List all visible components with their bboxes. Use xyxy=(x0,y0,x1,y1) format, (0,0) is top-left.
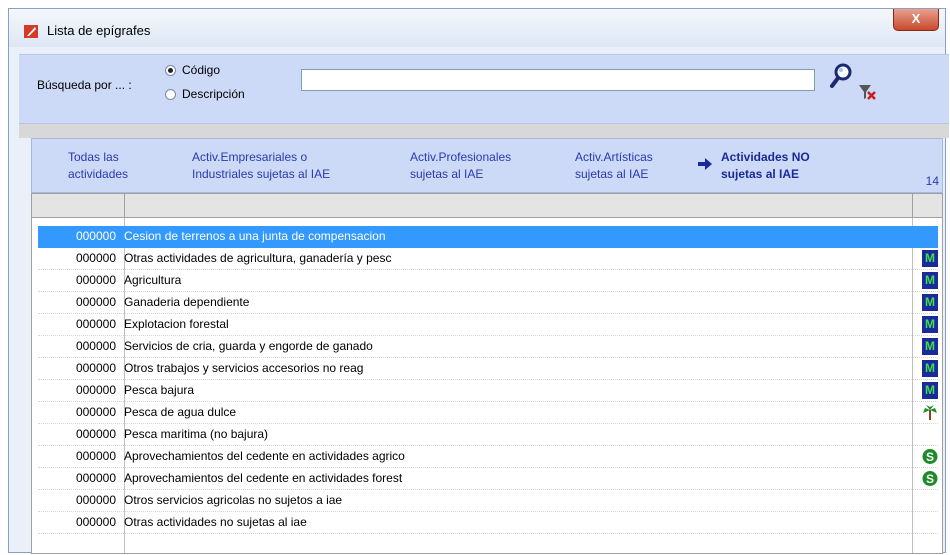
search-icon[interactable] xyxy=(829,63,853,89)
row-description: Pesca maritima (no bajura) xyxy=(124,427,269,441)
radio-descripcion-dot[interactable] xyxy=(165,88,176,100)
row-description: Otros trabajos y servicios accesorios no… xyxy=(124,361,364,375)
table-row[interactable]: 000000 Otros trabajos y servicios accesor… xyxy=(38,358,938,380)
row-code: 000000 xyxy=(75,449,116,463)
row-description: Aprovechamientos del cedente en activida… xyxy=(124,449,405,463)
table-row[interactable]: 000000 Pesca bajura M xyxy=(38,380,938,402)
tab-todas-line2: actividades xyxy=(68,167,129,181)
radio-descripcion-label: Descripción xyxy=(182,87,245,101)
m-badge-icon: M xyxy=(922,250,938,267)
m-badge-icon: M xyxy=(922,338,938,355)
tab-empresariales[interactable]: Activ.Empresariales o Industriales sujet… xyxy=(192,149,330,183)
table-row[interactable]: 000000 Cesion de terrenos a una junta de … xyxy=(38,226,938,248)
table-row[interactable]: 000000 Otros servicios agricolas no sujet… xyxy=(38,490,938,512)
row-description: Agricultura xyxy=(124,273,182,287)
table-row[interactable]: 000000 Agricultura M xyxy=(38,270,938,292)
row-description: Servicios de cria, guarda y engorde de g… xyxy=(124,339,373,353)
row-code: 000000 xyxy=(75,515,116,529)
s-badge-icon: S xyxy=(922,471,938,486)
svg-text:S: S xyxy=(926,450,934,464)
radio-descripcion[interactable]: Descripción xyxy=(165,87,245,101)
row-description: Pesca de agua dulce xyxy=(124,405,237,419)
tab-profesionales-line1: Activ.Profesionales xyxy=(410,150,512,164)
panel-separator xyxy=(19,124,949,138)
window-title: Lista de epígrafes xyxy=(47,23,151,38)
row-description: Cesion de terrenos a una junta de compen… xyxy=(124,229,386,243)
radio-codigo-label: Código xyxy=(182,63,221,77)
tab-artisticas-line1: Activ.Artísticas xyxy=(575,150,653,164)
m-badge-icon: M xyxy=(922,316,938,333)
tab-todas-line1: Todas las xyxy=(68,150,119,164)
table-row[interactable]: 000000 Pesca maritima (no bajura) xyxy=(38,424,938,446)
row-code: 000000 xyxy=(75,251,116,265)
row-description: Otros servicios agricolas no sujetos a i… xyxy=(124,493,343,507)
m-badge-icon: M xyxy=(922,360,938,377)
table-row[interactable]: 000000 Otras actividades de agricultura, … xyxy=(38,248,938,270)
tab-artisticas-line2: sujetas al IAE xyxy=(575,167,649,181)
table-row[interactable]: 000000 Aprovechamientos del cedente en ac… xyxy=(38,446,938,468)
table-row[interactable]: 000000 Explotacion forestal M xyxy=(38,314,938,336)
tab-no-sujetas-line2: sujetas al IAE xyxy=(721,167,800,181)
row-description: Pesca bajura xyxy=(124,383,195,397)
svg-text:S: S xyxy=(926,472,934,486)
record-count: 14 xyxy=(925,174,939,188)
grid-header xyxy=(32,194,942,218)
tab-profesionales[interactable]: Activ.Profesionales sujetas al IAE xyxy=(410,149,511,183)
row-description: Explotacion forestal xyxy=(124,317,229,331)
table-row[interactable]: 000000 Pesca de agua dulce xyxy=(38,402,938,424)
row-code: 000000 xyxy=(75,339,116,353)
tab-todas[interactable]: Todas las actividades xyxy=(68,149,128,183)
column-divider[interactable] xyxy=(124,194,125,218)
radio-codigo-dot[interactable] xyxy=(165,64,176,76)
row-code: 000000 xyxy=(75,317,116,331)
app-icon xyxy=(24,25,38,38)
palm-tree-icon xyxy=(923,405,937,420)
m-badge-icon: M xyxy=(922,382,938,399)
clear-filter-icon[interactable] xyxy=(857,83,877,101)
tab-empresariales-line1: Activ.Empresariales o xyxy=(192,150,308,164)
close-button[interactable]: X xyxy=(893,9,939,31)
m-badge-icon: M xyxy=(922,294,938,311)
search-input[interactable] xyxy=(301,69,815,91)
table-row[interactable]: 000000 Servicios de cria, guarda y engord… xyxy=(38,336,938,358)
dialog-window: Lista de epígrafes X Búsqueda por ... : … xyxy=(8,8,949,554)
tab-no-sujetas-line1: Actividades NO xyxy=(721,150,810,164)
row-code: 000000 xyxy=(75,493,116,507)
row-description: Ganaderia dependiente xyxy=(124,295,250,309)
tab-no-sujetas[interactable]: Actividades NO sujetas al IAE xyxy=(721,149,810,183)
table-row[interactable]: 000000 Ganaderia dependiente M xyxy=(38,292,938,314)
tab-empresariales-line2: Industriales sujetas al IAE xyxy=(192,167,331,181)
row-description: Otras actividades de agricultura, ganade… xyxy=(124,251,392,265)
row-code: 000000 xyxy=(75,273,116,287)
row-code: 000000 xyxy=(75,405,116,419)
m-badge-icon: M xyxy=(922,272,938,289)
row-code: 000000 xyxy=(75,383,116,397)
column-divider[interactable] xyxy=(912,194,913,218)
title-bar: Lista de epígrafes X xyxy=(9,9,945,47)
search-panel: Búsqueda por ... : Código Descripción xyxy=(19,54,949,124)
row-code: 000000 xyxy=(75,229,116,243)
activity-tabs: Todas las actividades Activ.Empresariale… xyxy=(31,138,943,193)
epigrafes-grid: 000000 Cesion de terrenos a una junta de … xyxy=(31,193,943,554)
row-code: 000000 xyxy=(75,471,116,485)
s-badge-icon: S xyxy=(922,449,938,464)
radio-codigo[interactable]: Código xyxy=(165,63,220,77)
table-row[interactable]: 000000 Aprovechamientos del cedente en ac… xyxy=(38,468,938,490)
row-description: Aprovechamientos del cedente en activida… xyxy=(124,471,403,485)
tab-artisticas[interactable]: Activ.Artísticas sujetas al IAE xyxy=(575,149,653,183)
row-description: Otras actividades no sujetas al iae xyxy=(124,515,307,529)
arrow-right-icon xyxy=(698,158,712,170)
row-code: 000000 xyxy=(75,295,116,309)
tab-profesionales-line2: sujetas al IAE xyxy=(410,167,484,181)
table-row[interactable]: 000000 Otras actividades no sujetas al ia… xyxy=(38,512,938,534)
search-label: Búsqueda por ... : xyxy=(37,78,132,92)
grid-rows: 000000 Cesion de terrenos a una junta de … xyxy=(38,226,938,534)
row-code: 000000 xyxy=(75,427,116,441)
row-code: 000000 xyxy=(75,361,116,375)
